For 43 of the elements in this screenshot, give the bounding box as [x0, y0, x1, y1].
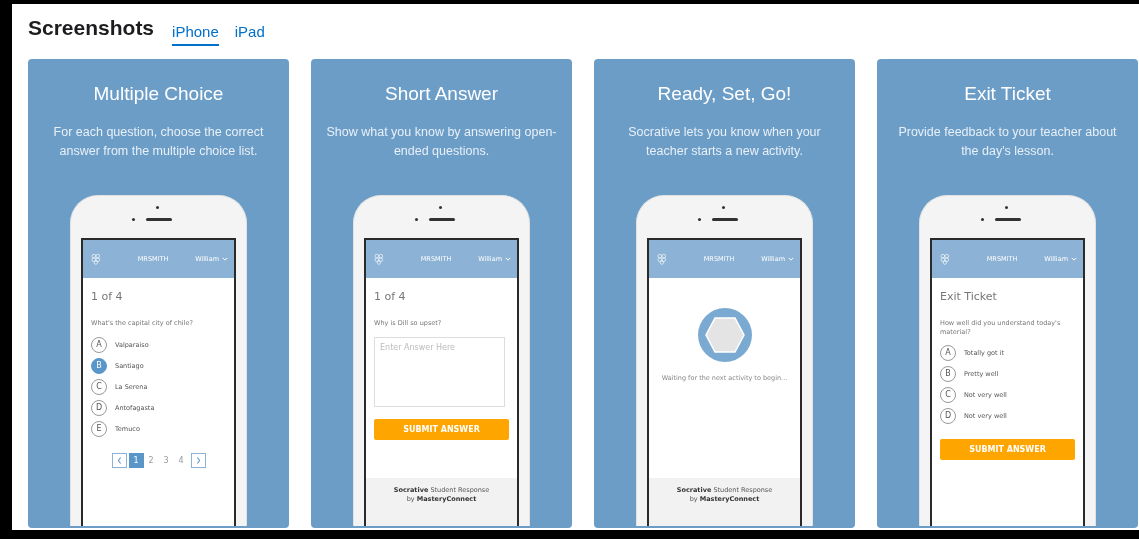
- chevron-down-icon: [1071, 256, 1077, 261]
- front-camera-icon: [132, 218, 135, 221]
- front-camera-icon: [698, 218, 701, 221]
- question-counter: 1 of 4: [374, 289, 406, 303]
- speaker-icon: [995, 218, 1021, 221]
- tab[interactable]: iPad: [234, 23, 265, 46]
- hexagon-cluster-icon: [940, 252, 950, 265]
- chevron-left-icon: [115, 455, 123, 465]
- hexagon-cluster-icon: [91, 252, 101, 265]
- card-title: Short Answer: [385, 83, 498, 105]
- card-title: Exit Ticket: [964, 83, 1051, 105]
- camera-icon: [1005, 206, 1008, 209]
- previous-page-button[interactable]: [111, 452, 127, 468]
- card-description: Provide feedback to your teacher about the day's lesson.: [897, 124, 1118, 160]
- chevron-right-icon: [194, 455, 202, 465]
- front-camera-icon: [981, 218, 984, 221]
- card-description: Show what you know by answering open-ended questions.: [325, 124, 558, 160]
- speaker-icon: [146, 218, 172, 221]
- page-button[interactable]: 1: [128, 452, 144, 468]
- chevron-down-icon: [788, 256, 794, 261]
- question-counter: 1 of 4: [91, 289, 123, 303]
- answer-field[interactable]: Enter Answer Here: [374, 336, 505, 407]
- card-title: Multiple Choice: [93, 83, 224, 105]
- ticket-title: Exit Ticket: [940, 289, 997, 303]
- chevron-down-icon: [505, 256, 511, 261]
- camera-icon: [722, 206, 725, 209]
- card-description: Socrative lets you know when your teacher starts a new activity.: [627, 124, 822, 160]
- camera-icon: [439, 206, 442, 209]
- chevron-down-icon: [222, 256, 228, 261]
- front-camera-icon: [415, 218, 418, 221]
- card-description: For each question, choose the correct answer from the multiple choice list.: [52, 124, 265, 160]
- card-title: Ready, Set, Go!: [657, 83, 792, 105]
- camera-icon: [156, 206, 159, 209]
- page-button[interactable]: 2: [143, 452, 159, 468]
- page-button[interactable]: 3: [158, 452, 174, 468]
- hexagon-cluster-icon: [374, 252, 384, 265]
- tab[interactable]: iPhone: [172, 23, 219, 46]
- section-title: Screenshots: [28, 16, 155, 40]
- speaker-icon: [712, 218, 738, 221]
- page-button[interactable]: 4: [173, 452, 189, 468]
- hexagon-cluster-icon: [657, 252, 667, 265]
- next-page-button[interactable]: [190, 452, 206, 468]
- speaker-icon: [429, 218, 455, 221]
